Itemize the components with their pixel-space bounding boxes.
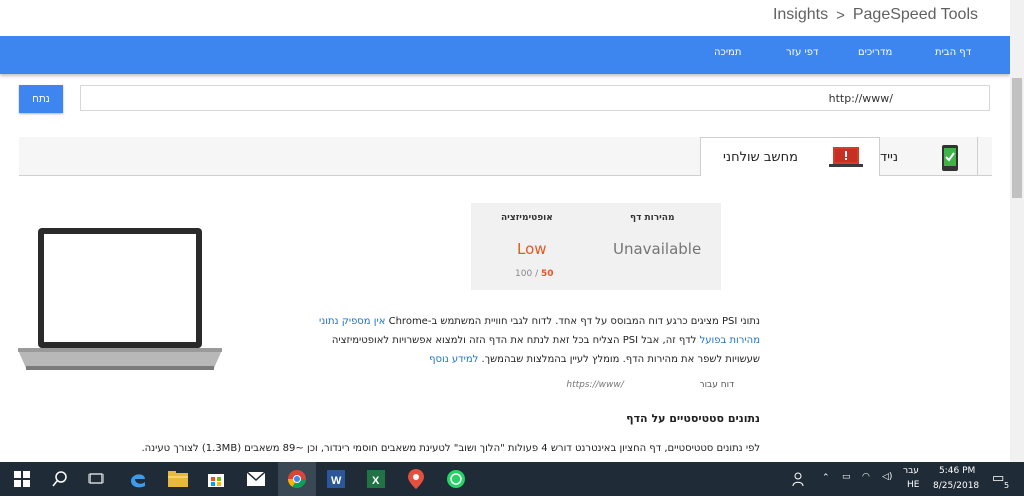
report-for-url[interactable]: https://www/ — [566, 380, 623, 390]
chevron-right-icon: > — [836, 6, 845, 24]
notifications-icon[interactable]: ▭ — [992, 471, 1004, 486]
tab-desktop[interactable]: מחשב שולחני — [700, 137, 880, 176]
url-input-value: http://www/ — [828, 92, 893, 105]
battery-icon[interactable]: ▭ — [842, 472, 851, 482]
nav-reference[interactable]: דפי עזר — [786, 47, 819, 58]
wifi-icon[interactable]: ◠ — [862, 472, 870, 482]
optimization-value: Low — [517, 240, 547, 258]
section-title: נתונים סטטיסטיים על הדף — [626, 412, 760, 425]
description-text: לדף זה, אבל PSI הצליח בכל זאת לנתח את הד… — [331, 335, 700, 346]
optimization-score: 100 / 50 — [515, 269, 554, 279]
breadcrumb-pagespeed[interactable]: PageSpeed Tools — [853, 6, 978, 24]
optimization-max: 100 — [515, 269, 533, 279]
svg-text:W: W — [331, 475, 342, 487]
learn-more-link[interactable]: למידע נוסף — [429, 354, 478, 365]
clock-date[interactable]: 8/25/2018 — [933, 481, 979, 491]
nav-support[interactable]: תמיכה — [714, 47, 741, 58]
volume-icon[interactable]: ◁) — [882, 472, 892, 482]
phone-check-icon — [942, 145, 958, 175]
scrollbar[interactable] — [1010, 0, 1024, 466]
section-text: לפי נתונים סטטיסטיים, דף החציון באינטרנט… — [141, 443, 760, 454]
optimization-score-value: 50 — [540, 269, 554, 279]
url-input[interactable]: http://www/ — [80, 85, 990, 111]
windows-start-icon[interactable] — [12, 469, 32, 489]
whatsapp-icon[interactable] — [446, 469, 466, 489]
speed-heading: מהירות דף — [630, 213, 675, 223]
maps-pin-icon[interactable] — [406, 469, 426, 489]
laptop-illustration — [18, 228, 222, 372]
search-icon[interactable] — [50, 469, 70, 489]
tab-mobile-label: נייד — [880, 150, 899, 165]
store-icon[interactable] — [206, 469, 226, 489]
chevron-up-icon[interactable]: ⌃ — [822, 473, 830, 483]
description-text: שעשויות לשפר את מהירות הדף. מומלץ לעיין … — [478, 354, 760, 365]
description-line-1: נתוני PSI מציגים כרגע דוח המבוסס על דף א… — [220, 312, 760, 331]
people-icon[interactable] — [790, 469, 810, 489]
chrome-icon[interactable] — [287, 469, 307, 489]
excel-icon[interactable]: X — [366, 469, 386, 489]
speed-value: Unavailable — [613, 240, 702, 258]
field-data-link-cont[interactable]: מהירות בפועל — [700, 335, 760, 346]
report-for-label: דוח עבור — [699, 380, 734, 390]
description-text: נתוני PSI מציגים כרגע דוח המבוסס על דף א… — [385, 316, 760, 327]
main-nav: דף הבית מדריכים דפי עזר תמיכה — [0, 36, 1010, 74]
svg-text:X: X — [372, 475, 380, 487]
analyze-button[interactable]: נתח — [19, 85, 63, 113]
tab-mobile[interactable]: נייד — [880, 137, 978, 175]
description-line-2: מהירות בפועל לדף זה, אבל PSI הצליח בכל ז… — [220, 331, 760, 350]
word-icon[interactable]: W — [326, 469, 346, 489]
optimization-sep: / — [535, 269, 539, 279]
breadcrumb: Insights > PageSpeed Tools — [773, 6, 978, 24]
mail-icon[interactable] — [246, 469, 266, 489]
description-line-3: שעשויות לשפר את מהירות הדף. מומלץ לעיין … — [220, 350, 760, 369]
language-indicator[interactable]: HE — [907, 480, 919, 490]
language-indicator-top[interactable]: עבר — [903, 466, 919, 476]
breadcrumb-insights[interactable]: Insights — [773, 6, 828, 24]
edge-icon[interactable] — [128, 469, 148, 489]
field-data-link[interactable]: אין מספיק נתוני — [319, 316, 385, 327]
laptop-warning-icon — [829, 147, 863, 173]
nav-guides[interactable]: מדריכים — [858, 47, 892, 58]
report-for: דוח עבור https://www/ — [566, 380, 734, 390]
score-card: מהירות דף Unavailable אופטימיזציה Low 10… — [471, 203, 721, 290]
optimization-heading: אופטימיזציה — [501, 213, 553, 223]
notifications-count: 5 — [1004, 481, 1010, 490]
top-header: Insights > PageSpeed Tools — [0, 0, 1010, 36]
nav-home[interactable]: דף הבית — [935, 47, 971, 58]
file-explorer-icon[interactable] — [168, 469, 188, 489]
clock-time[interactable]: 5:46 PM — [939, 466, 975, 476]
scrollbar-thumb[interactable] — [1012, 78, 1022, 198]
taskbar: W X ⌃ ▭ ◠ ◁) עבר HE 5:46 PM 8/25/2018 ▭ … — [0, 462, 1024, 496]
tab-desktop-label: מחשב שולחני — [723, 150, 798, 165]
task-view-icon[interactable] — [86, 469, 106, 489]
